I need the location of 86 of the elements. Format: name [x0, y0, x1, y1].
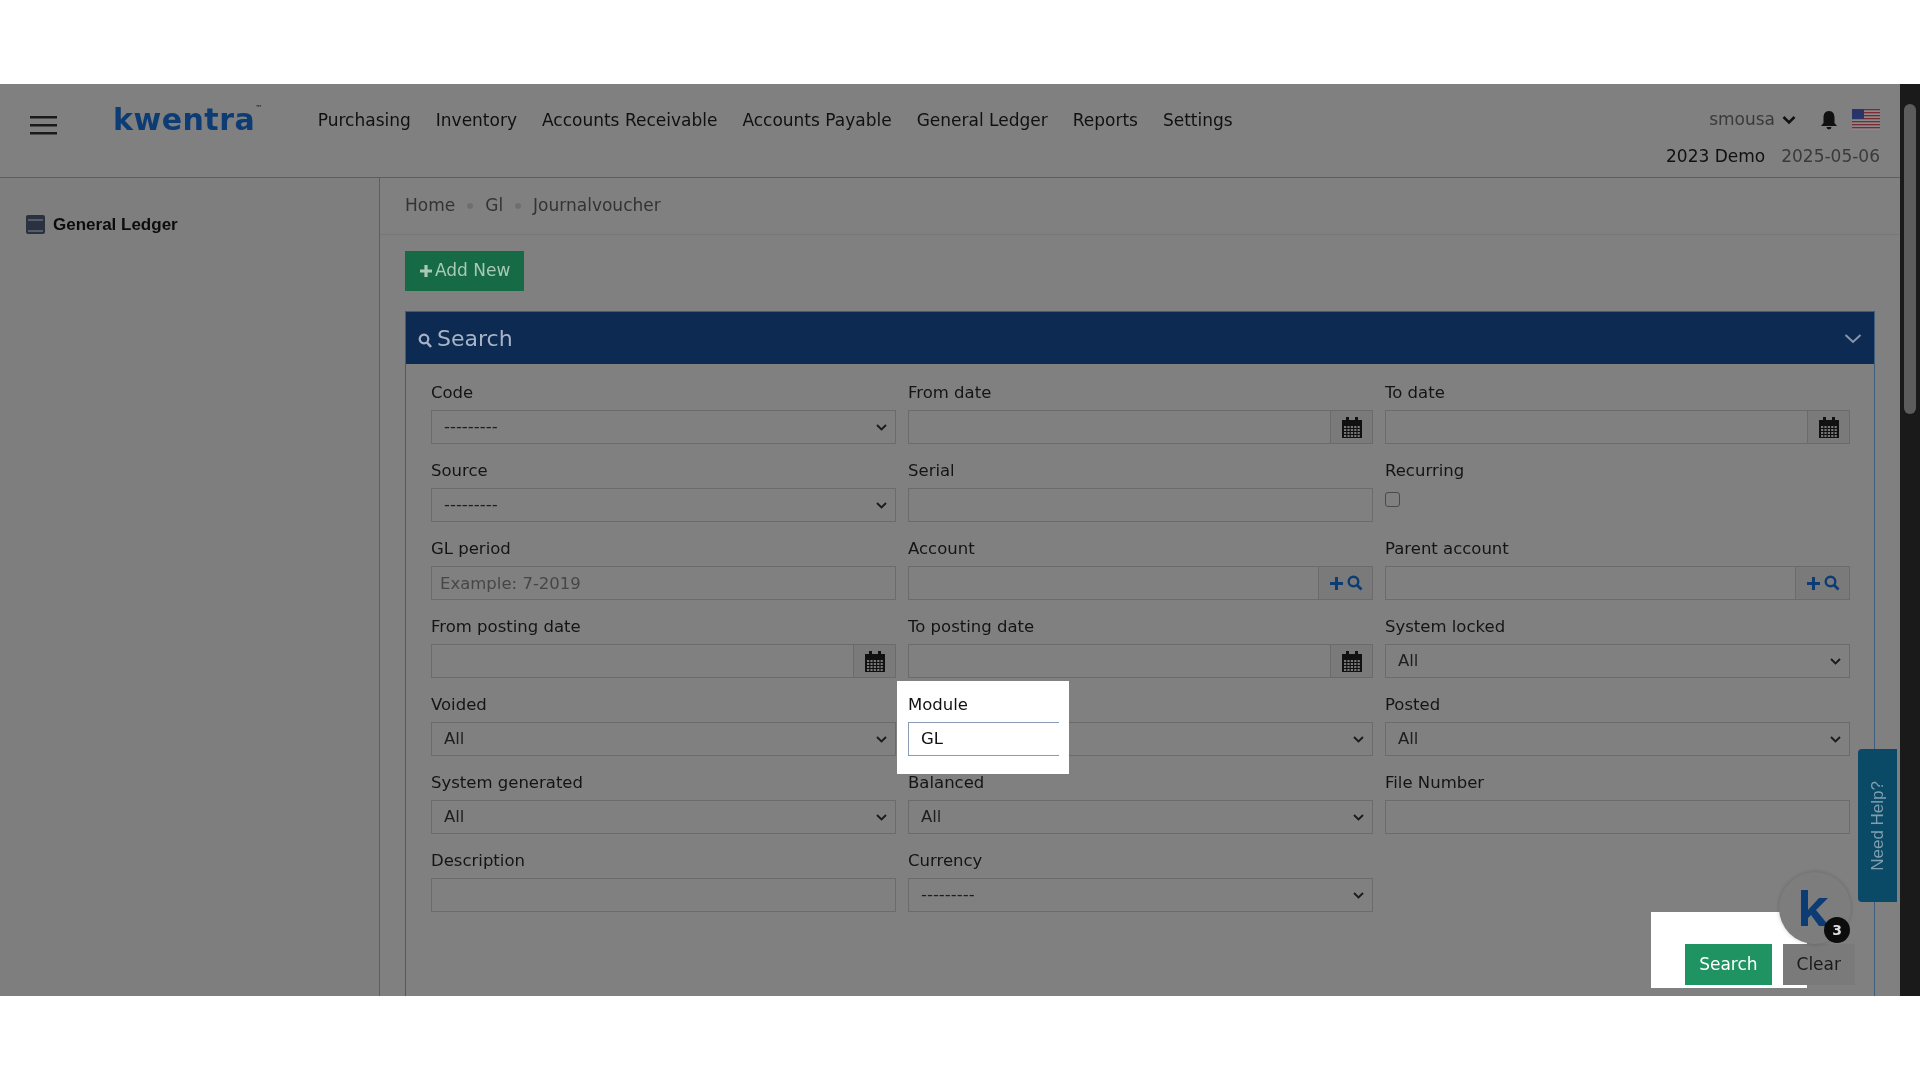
panel-title: Search: [437, 324, 514, 353]
plus-icon: [419, 264, 433, 278]
nav-link[interactable]: Accounts Receivable: [529, 108, 730, 134]
field-label: To date: [1385, 382, 1445, 404]
field-label: Account: [908, 538, 975, 560]
nav-link[interactable]: Accounts Payable: [729, 108, 904, 134]
field-label: Serial: [908, 460, 955, 482]
search-icon: [1346, 575, 1363, 591]
calendar-icon: [1340, 650, 1363, 672]
lookup-button[interactable]: [1796, 566, 1850, 600]
dropdown-field[interactable]: All: [431, 722, 896, 756]
menu-icon: [30, 115, 57, 135]
field-label: Recurring: [1385, 460, 1465, 482]
nav-link[interactable]: General Ledger: [903, 108, 1060, 134]
field-label: Code: [431, 382, 474, 404]
text-field[interactable]: Example: 7-2019: [431, 566, 896, 600]
notification-badge: 3: [1824, 917, 1850, 943]
field-label: From date: [908, 382, 992, 404]
logo-text[interactable]: kwentra: [113, 102, 256, 137]
dropdown-field[interactable]: ---------: [431, 488, 896, 522]
nav-link[interactable]: Purchasing: [304, 108, 423, 134]
chevron-down-icon: [1830, 735, 1841, 743]
nav-link[interactable]: Reports: [1059, 108, 1150, 134]
lookup-button[interactable]: [1319, 566, 1373, 600]
chevron-down-icon: [1782, 114, 1796, 125]
field-label: Module: [908, 694, 968, 716]
chevron-down-icon: [876, 423, 887, 431]
date-text: 2025-05-06: [1781, 144, 1880, 168]
search-icon: [418, 333, 432, 348]
plus-icon: [1328, 575, 1344, 591]
field-label: Currency: [908, 850, 983, 872]
book-icon: [26, 215, 45, 235]
field-label: File Number: [1385, 772, 1485, 794]
add-new-button[interactable]: Add New: [405, 251, 525, 291]
dropdown-field[interactable]: All: [908, 800, 1373, 834]
bell-icon: [1820, 109, 1838, 130]
nav-link[interactable]: Settings: [1149, 108, 1245, 134]
sidebar-item[interactable]: General Ledger: [53, 212, 178, 238]
dropdown-field[interactable]: ---------: [431, 410, 896, 444]
flag-icon: [1852, 109, 1880, 131]
field-label: Posted: [1385, 694, 1441, 716]
dropdown-field[interactable]: All: [1385, 644, 1850, 678]
calendar-button[interactable]: [1331, 410, 1373, 444]
breadcrumb-link[interactable]: Gl: [485, 193, 504, 219]
company-name: 2023 Demo: [1666, 144, 1766, 168]
field-label: Voided: [431, 694, 487, 716]
breadcrumb-link[interactable]: Home: [405, 193, 456, 219]
dropdown-field[interactable]: All: [431, 800, 896, 834]
field-label: Parent account: [1385, 538, 1509, 560]
user-menu[interactable]: smousa: [1709, 107, 1775, 133]
scrollbar-thumb[interactable]: [1904, 104, 1916, 414]
chevron-down-icon: [1830, 657, 1841, 665]
field-label: Balanced: [908, 772, 985, 794]
plus-icon: [1805, 575, 1821, 591]
chevron-down-icon: [876, 813, 887, 821]
chevron-down-icon: [1353, 735, 1364, 743]
breadcrumb-link[interactable]: Journalvoucher: [533, 193, 661, 219]
search-icon: [1823, 575, 1840, 591]
field-label: Description: [431, 850, 525, 872]
calendar-button[interactable]: [854, 644, 896, 678]
calendar-icon: [1817, 416, 1840, 438]
panel-header[interactable]: Search: [406, 312, 1874, 364]
chevron-down-icon: [876, 735, 887, 743]
field-label: To posting date: [908, 616, 1035, 638]
field-label: From posting date: [431, 616, 581, 638]
checkbox[interactable]: [1385, 492, 1400, 507]
field-label: Source: [431, 460, 488, 482]
clear-button[interactable]: Clear: [1782, 944, 1855, 985]
chevron-down-icon: [1844, 332, 1862, 344]
nav-link[interactable]: Inventory: [422, 108, 529, 134]
scrollbar[interactable]: [1900, 84, 1920, 996]
field-label: System locked: [1385, 616, 1506, 638]
chevron-down-icon: [1353, 813, 1364, 821]
calendar-button[interactable]: [1331, 644, 1373, 678]
chevron-down-icon: [876, 501, 887, 509]
calendar-icon: [863, 650, 886, 672]
calendar-icon: [1340, 416, 1363, 438]
calendar-button[interactable]: [1808, 410, 1850, 444]
field-label: GL period: [431, 538, 511, 560]
dropdown-field[interactable]: ---------: [908, 878, 1373, 912]
field-label: System generated: [431, 772, 583, 794]
dropdown-field[interactable]: All: [1385, 722, 1850, 756]
chevron-down-icon: [1353, 891, 1364, 899]
chat-launcher[interactable]: 3: [1779, 872, 1851, 944]
search-button[interactable]: Search: [1685, 944, 1772, 985]
dropdown-field[interactable]: GL: [908, 722, 1059, 756]
